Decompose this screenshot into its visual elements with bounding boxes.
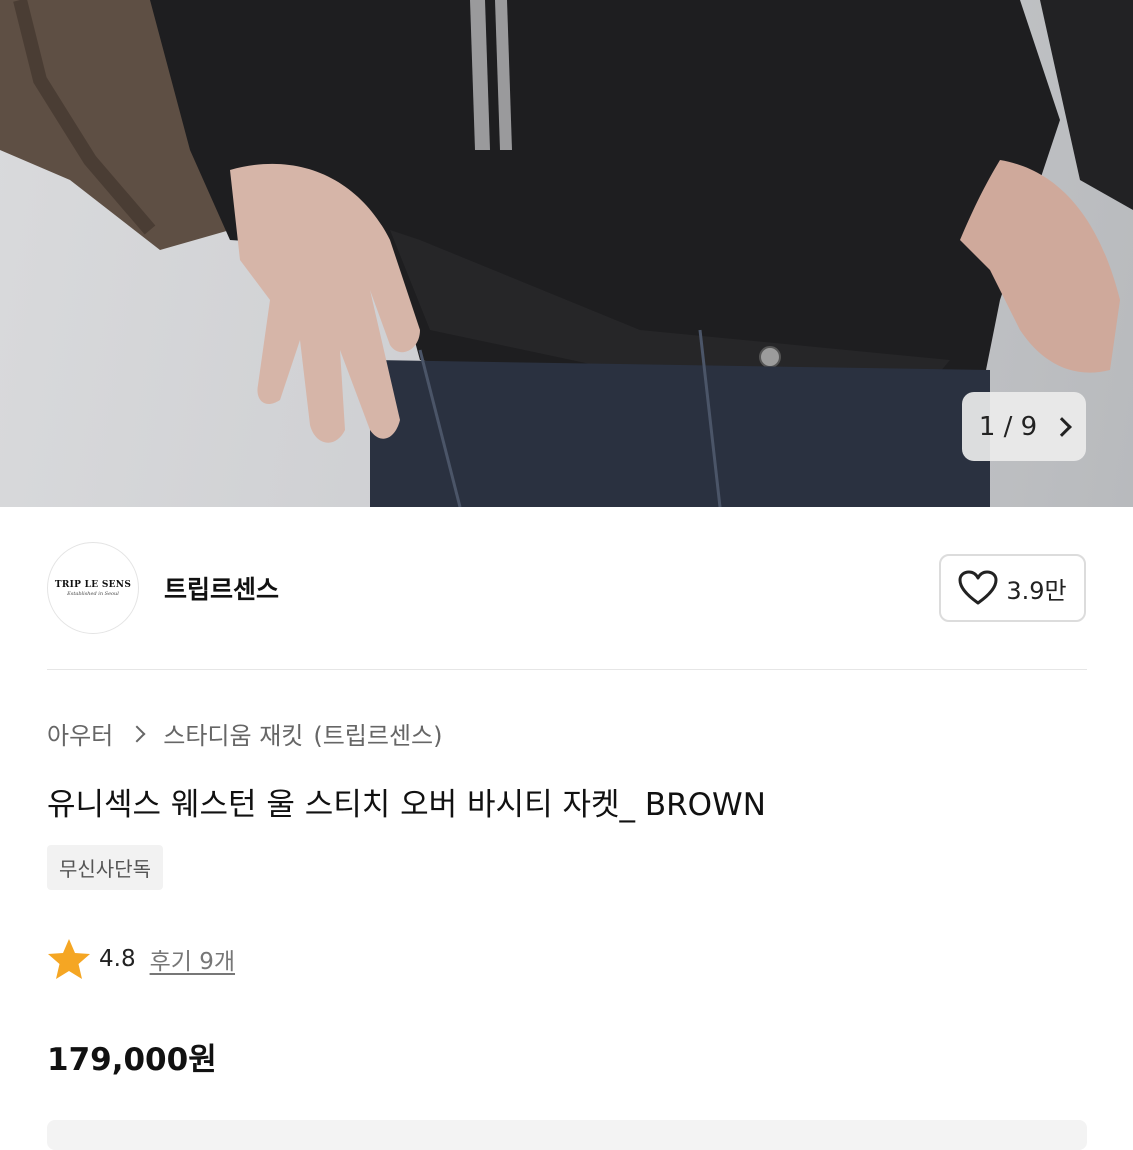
reviews-link[interactable]: 후기 9개 — [150, 942, 235, 976]
brand-logo-text: TRIP LE SENS — [54, 579, 132, 590]
info-box — [47, 1120, 1087, 1150]
product-price: 179,000원 — [47, 1042, 217, 1078]
product-title: 유니섹스 웨스턴 울 스티치 오버 바시티 자켓_ BROWN — [47, 787, 766, 823]
brand-name[interactable]: 트립르센스 — [164, 570, 279, 606]
brand-logo[interactable]: TRIP LE SENS Established in Seoul — [47, 542, 139, 634]
heart-outline-icon — [958, 570, 998, 605]
star-icon — [48, 939, 90, 979]
brand-row: TRIP LE SENS Established in Seoul 트립르센스 … — [47, 542, 1087, 636]
breadcrumb-brand[interactable]: (트립르센스) — [313, 716, 442, 751]
breadcrumb-subcategory[interactable]: 스타디움 재킷 — [163, 716, 303, 751]
breadcrumb: 아우터 스타디움 재킷 (트립르센스) — [47, 716, 443, 751]
exclusive-badge: 무신사단독 — [47, 845, 163, 890]
image-counter-text: 1 / 9 — [978, 411, 1038, 442]
brand-logo-subtext: Established in Seoul — [67, 590, 119, 597]
like-button[interactable]: 3.9만 — [939, 554, 1086, 622]
rating-row: 4.8 후기 9개 — [47, 938, 235, 980]
exclusive-badge-label: 무신사단독 — [59, 857, 151, 881]
divider — [47, 669, 1087, 670]
breadcrumb-category[interactable]: 아우터 — [47, 716, 113, 751]
like-count: 3.9만 — [1006, 576, 1067, 605]
image-counter[interactable]: 1 / 9 — [962, 392, 1086, 461]
chevron-right-icon — [128, 725, 146, 742]
rating-score: 4.8 — [99, 946, 136, 972]
chevron-right-icon — [1052, 416, 1073, 437]
product-image[interactable]: 1 / 9 — [0, 0, 1133, 507]
